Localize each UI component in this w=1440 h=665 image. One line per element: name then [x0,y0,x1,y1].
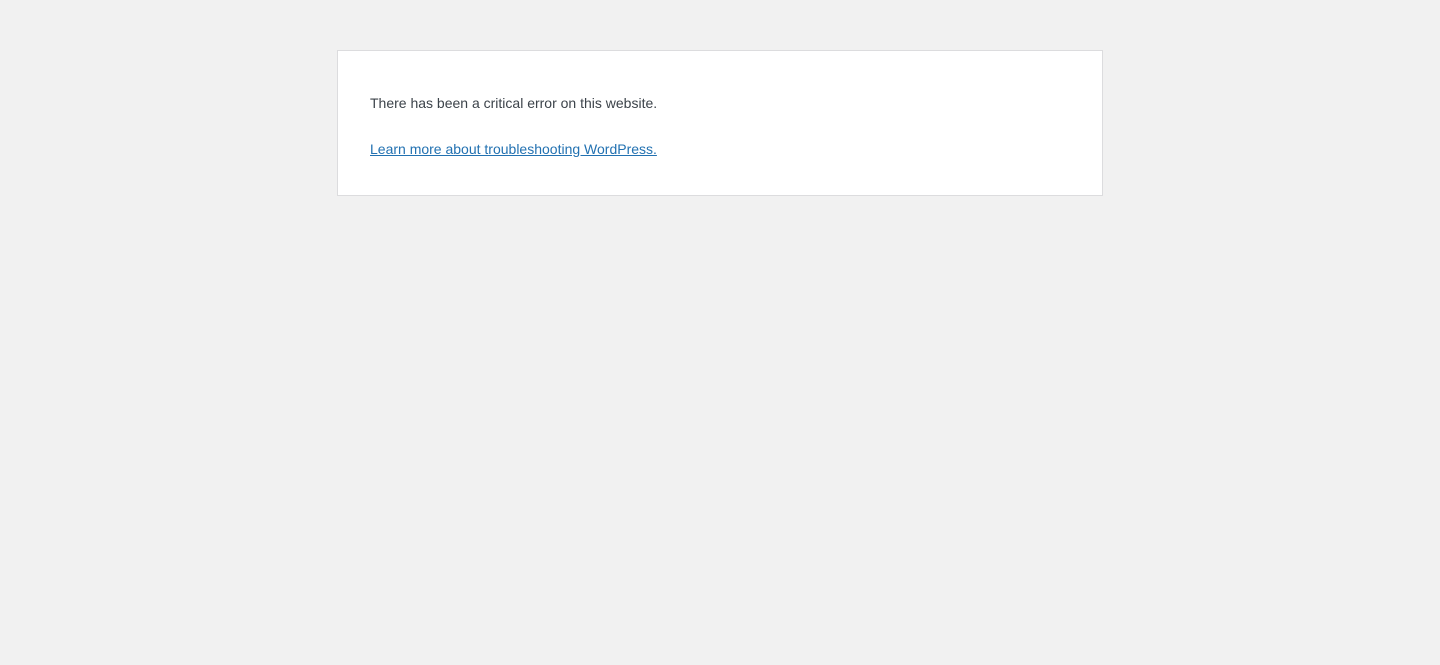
error-page: There has been a critical error on this … [0,0,1440,665]
troubleshooting-link[interactable]: Learn more about troubleshooting WordPre… [370,141,657,157]
error-message-box: There has been a critical error on this … [337,50,1103,196]
help-link-paragraph: Learn more about troubleshooting WordPre… [370,139,657,159]
critical-error-message: There has been a critical error on this … [370,95,658,111]
